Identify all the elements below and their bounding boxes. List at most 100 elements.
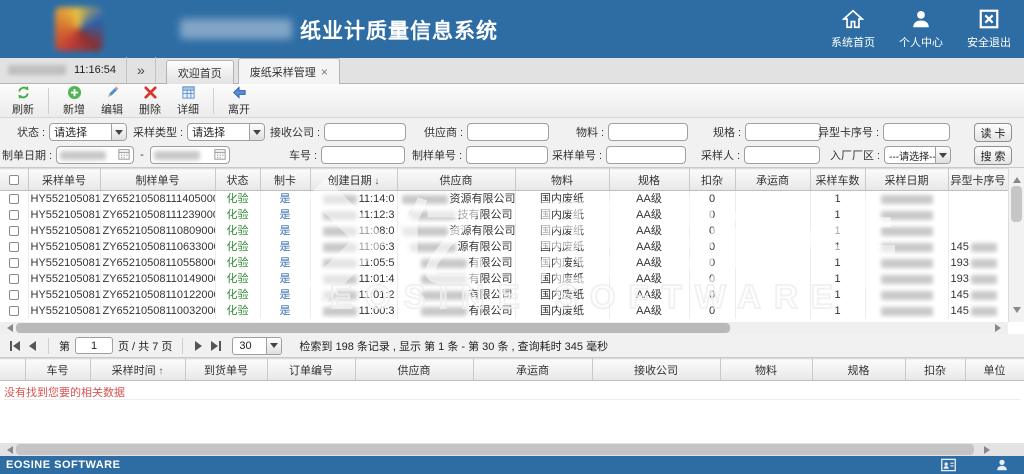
filter-factory-area: 入厂厂区 : ---请选择-- [830,146,951,164]
redacted-text [410,243,456,252]
column-header[interactable]: 采样车数 [810,169,865,191]
nav-system-home[interactable]: 系统首页 [824,7,882,50]
table-row[interactable]: HY552105081106ZY65210508110633000278化验是1… [0,239,1008,255]
last-page-button[interactable] [209,339,223,353]
column-header[interactable]: 供应商 [397,169,515,191]
row-checkbox[interactable] [9,226,19,236]
redacted-text [323,211,357,220]
column-header[interactable]: 供应商 [355,359,473,381]
table-row[interactable]: HY552105081112ZY65210508111239000139化验是1… [0,207,1008,223]
scroll-down-icon[interactable] [1013,307,1021,317]
refresh-button[interactable]: 刷新 [4,85,42,117]
nav-safe-exit[interactable]: 安全退出 [960,7,1018,50]
select-all-checkbox[interactable] [9,175,19,185]
column-header[interactable]: 制卡 [260,169,310,191]
column-header[interactable] [0,169,28,191]
page-number-input[interactable] [75,337,113,354]
sample-no-input[interactable] [606,146,686,164]
user-icon[interactable] [995,458,1010,472]
table-row[interactable]: HY552105081101ZY65210508110122000428化验是1… [0,287,1008,303]
table-row[interactable]: HY552105081101ZY65210508110149000500化验是1… [0,271,1008,287]
column-header[interactable]: 订单编号 [267,359,355,381]
doc-date-from-input[interactable] [56,146,134,164]
column-header[interactable]: 扣杂 [689,169,735,191]
column-header[interactable]: 到货单号 [185,359,267,381]
row-checkbox[interactable] [9,210,19,220]
column-header[interactable]: 单位 [965,359,1024,381]
first-page-button[interactable] [8,339,22,353]
page-size-select[interactable]: 30 [232,337,282,355]
card-serial-input[interactable] [883,123,950,141]
column-header[interactable]: 状态 [215,169,260,191]
close-icon[interactable]: × [321,67,328,77]
nav-personal-center[interactable]: 个人中心 [892,7,950,50]
tab-overflow-button[interactable]: » [127,57,156,83]
column-header[interactable]: 物料 [720,359,812,381]
prev-page-button[interactable] [27,339,38,353]
column-header[interactable]: 采样单号 [28,169,100,191]
column-header[interactable]: 创建日期 ↓ [310,169,397,191]
doc-date-to-input[interactable] [150,146,230,164]
scrollbar-thumb[interactable] [1011,186,1022,222]
column-header[interactable]: 规格 [609,169,689,191]
vehicle-input[interactable] [321,146,405,164]
row-checkbox[interactable] [9,306,19,316]
column-header[interactable]: 采样时间 ↑ [90,359,185,381]
column-header[interactable] [0,359,25,381]
tab-welcome[interactable]: 欢迎首页 [166,60,234,84]
tab-waste-paper-sampling[interactable]: 废纸采样管理 × [238,58,340,84]
contact-card-icon[interactable] [941,458,956,472]
scrollbar-thumb[interactable] [16,444,974,455]
scroll-up-icon[interactable] [1013,173,1021,183]
edit-button[interactable]: 编辑 [93,85,131,117]
row-checkbox[interactable] [9,274,19,284]
column-header[interactable]: 车号 [25,359,90,381]
column-header[interactable]: 扣杂 [905,359,965,381]
column-header[interactable]: 规格 [812,359,905,381]
filter-doc-date: 制单日期 : - [2,146,230,164]
logout-icon [977,7,1001,31]
add-button[interactable]: 新增 [55,85,93,117]
table-row[interactable]: HY552105081108ZY65210508110809000221化验是1… [0,223,1008,239]
scroll-right-icon[interactable] [995,324,1005,332]
next-page-button[interactable] [193,339,204,353]
search-button[interactable]: 搜 索 [974,146,1012,165]
spec-input[interactable] [745,123,821,141]
row-checkbox[interactable] [9,290,19,300]
column-header[interactable]: 制样单号 [100,169,215,191]
vertical-scrollbar[interactable] [1008,168,1024,322]
row-checkbox[interactable] [9,242,19,252]
table-row[interactable]: HY552105081114ZY65210508111405000213化验是1… [0,191,1008,208]
column-header[interactable]: 物料 [515,169,609,191]
supplier-input[interactable] [467,123,549,141]
row-checkbox[interactable] [9,194,19,204]
column-header[interactable]: 异型卡序号 [948,169,1008,191]
delete-label: 删除 [139,101,161,117]
table-row[interactable]: HY552105081100ZY65210508110032000500化验是1… [0,303,1008,319]
status-select[interactable]: 请选择 [49,123,127,141]
read-card-button[interactable]: 读 卡 [974,123,1012,142]
sample-type-select[interactable]: 请选择 [187,123,265,141]
column-header[interactable]: 接收公司 [592,359,720,381]
scroll-left-icon[interactable] [3,324,13,332]
page-horizontal-scrollbar[interactable] [0,443,1024,456]
make-no-input[interactable] [466,146,548,164]
redacted-text [323,243,357,252]
leave-button[interactable]: 离开 [220,85,258,117]
receive-company-input[interactable] [324,123,406,141]
factory-area-select[interactable]: ---请选择-- [884,146,951,164]
scroll-left-icon[interactable] [3,446,13,454]
sampler-input[interactable] [744,146,820,164]
redacted-text [402,227,448,236]
scrollbar-thumb[interactable] [16,323,730,333]
column-header[interactable]: 承运商 [735,169,810,191]
column-header[interactable]: 采样日期 [865,169,948,191]
column-header[interactable]: 承运商 [473,359,592,381]
horizontal-scrollbar[interactable] [0,322,1008,334]
delete-button[interactable]: 删除 [131,85,169,117]
table-row[interactable]: HY552105081105ZY65210508110558000471化验是1… [0,255,1008,271]
row-checkbox[interactable] [9,258,19,268]
detail-button[interactable]: 详细 [169,85,207,117]
scroll-right-icon[interactable] [984,446,994,454]
material-input[interactable] [608,123,688,141]
